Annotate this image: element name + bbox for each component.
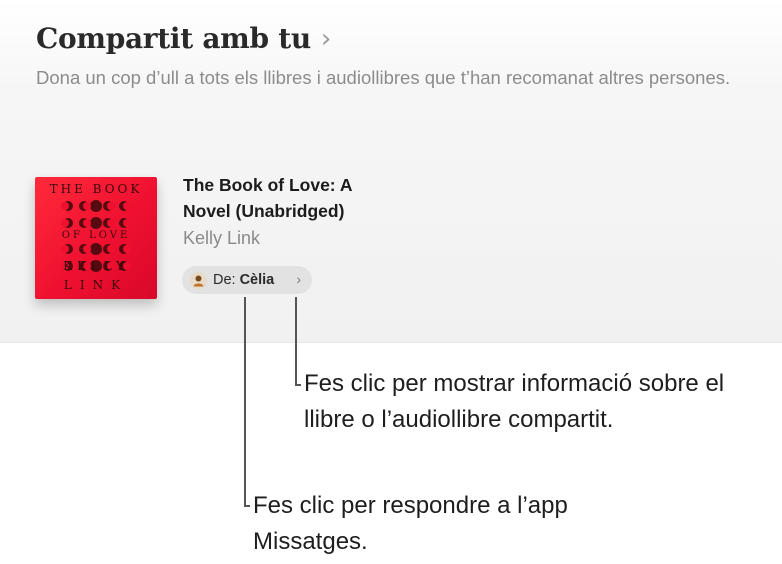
shared-from-button[interactable]: De: Cèlia › (182, 266, 312, 294)
callout-cap-messages (244, 505, 250, 507)
callout-cap-info (295, 384, 301, 386)
cover-line-3: KELLY (63, 259, 129, 273)
from-prefix: De: (213, 272, 236, 288)
cover-line-2: OF LOVE (61, 230, 131, 241)
section-title-link[interactable]: Compartit amb tu › (36, 22, 331, 55)
callout-line-info (295, 297, 297, 385)
book-title[interactable]: The Book of Love: A Novel (Unabridged) (183, 172, 393, 224)
sender-name: Cèlia (239, 272, 275, 288)
shared-with-you-panel: Compartit amb tu › Dona un cop d’ull a t… (0, 0, 782, 343)
chevron-right-icon: › (320, 23, 332, 54)
callout-info-text: Fes clic per mostrar informació sobre el… (304, 370, 725, 433)
chevron-right-icon[interactable]: › (296, 271, 301, 287)
cover-line-1: THE BOOK (49, 182, 143, 196)
section-subtitle: Dona un cop d’ull a tots els llibres i a… (36, 67, 731, 88)
callout-line-messages (244, 297, 246, 506)
book-author: Kelly Link (183, 228, 261, 248)
book-cover[interactable]: THE BOOK OF LOVE KELLY LINK (35, 177, 157, 299)
cover-line-4: LINK (63, 278, 129, 292)
avatar (190, 271, 207, 289)
callout-messages-text: Fes clic per respondre a l’app Missatges… (253, 492, 568, 555)
person-icon (193, 275, 204, 286)
section-title: Compartit amb tu (36, 22, 311, 55)
